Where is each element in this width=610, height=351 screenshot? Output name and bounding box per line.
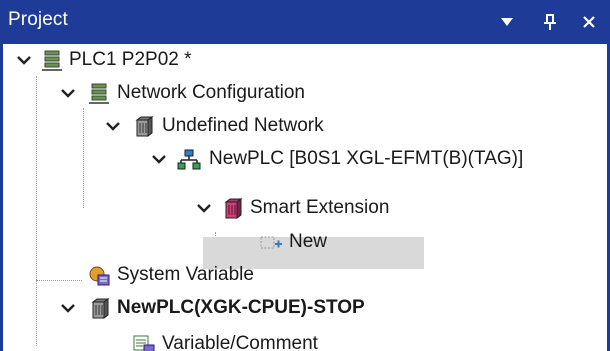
- tree-item-label: Variable/Comment: [162, 333, 318, 351]
- tree-item-system-variable[interactable]: System Variable: [3, 259, 423, 292]
- tree-item-label: Smart Extension: [250, 197, 390, 218]
- expand-chevron-icon[interactable]: [196, 200, 212, 216]
- panel-title: Project: [8, 9, 68, 30]
- tree-item-label: Network Configuration: [117, 82, 305, 103]
- network-node-icon: [177, 149, 201, 171]
- smart-extension-icon: [221, 198, 243, 220]
- pin-icon[interactable]: [537, 8, 563, 36]
- tree-item-new[interactable]: New: [3, 226, 423, 259]
- tree-item-label: New: [289, 231, 328, 252]
- tree-item-newplc-node[interactable]: NewPLC [B0S1 XGL-EFMT(B)(TAG)]: [3, 143, 603, 176]
- expand-chevron-icon[interactable]: [105, 118, 121, 134]
- expand-chevron-icon[interactable]: [60, 85, 76, 101]
- variable-comment-icon: [133, 334, 155, 351]
- tree-item-network-configuration[interactable]: Network Configuration: [3, 77, 423, 110]
- expand-chevron-icon[interactable]: [16, 52, 32, 68]
- tree-item-label: System Variable: [117, 264, 254, 285]
- add-new-icon: [259, 232, 282, 254]
- tree-item-label: Undefined Network: [162, 115, 324, 136]
- module-icon: [88, 298, 110, 320]
- tree-item-undefined-network[interactable]: Undefined Network: [3, 110, 423, 143]
- system-variable-icon: [88, 265, 110, 287]
- tree-item-plc-root[interactable]: PLC1 P2P02 *: [3, 44, 403, 77]
- expand-chevron-icon[interactable]: [151, 151, 167, 167]
- module-icon: [132, 116, 154, 138]
- expand-chevron-icon[interactable]: [60, 300, 76, 316]
- network-project-icon: [41, 50, 63, 72]
- chevron-down-icon[interactable]: [494, 8, 520, 36]
- panel-titlebar: Project: [0, 0, 610, 44]
- tree-item-smart-extension[interactable]: Smart Extension: [3, 192, 423, 225]
- tree-item-label: PLC1 P2P02 *: [69, 49, 192, 70]
- tree-item-label: NewPLC(XGK-CPUE)-STOP: [117, 297, 365, 318]
- tree-item-newplc-cpu[interactable]: NewPLC(XGK-CPUE)-STOP: [3, 292, 463, 325]
- network-project-icon: [88, 83, 110, 105]
- close-icon[interactable]: [576, 8, 602, 36]
- tree-item-label: NewPLC [B0S1 XGL-EFMT(B)(TAG)]: [209, 148, 524, 169]
- project-tree: PLC1 P2P02 * Network Configuration Undef…: [3, 44, 607, 351]
- project-panel: Project PLC1 P2P02 * Network Configurati…: [0, 0, 610, 351]
- tree-item-variable-comment[interactable]: Variable/Comment: [3, 328, 423, 351]
